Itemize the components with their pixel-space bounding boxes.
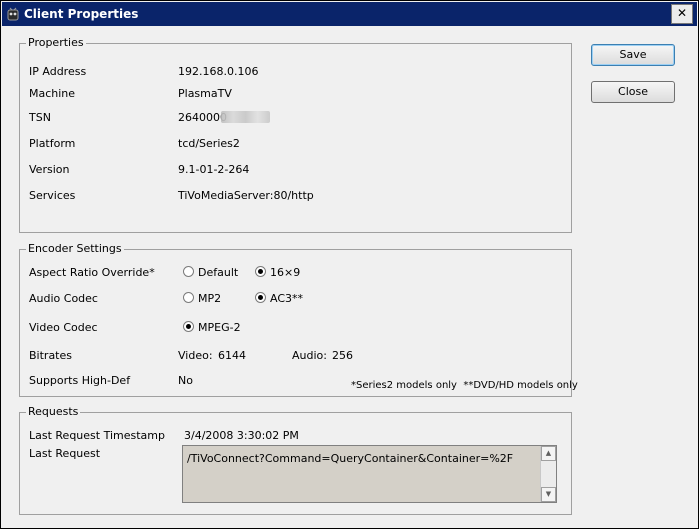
ip-address-label: IP Address bbox=[29, 65, 87, 78]
audio-ac3-radio[interactable] bbox=[255, 292, 266, 303]
last-request-label: Last Request bbox=[29, 447, 101, 460]
client-properties-dialog: Client Properties ✕ Save Close Propertie… bbox=[0, 0, 699, 529]
audio-codec-label: Audio Codec bbox=[29, 292, 98, 305]
bitrates-label: Bitrates bbox=[29, 349, 72, 362]
save-button[interactable]: Save bbox=[591, 44, 675, 66]
services-label: Services bbox=[29, 189, 76, 202]
audio-mp2-radio[interactable] bbox=[183, 292, 194, 303]
last-request-textarea[interactable]: /TiVoConnect?Command=QueryContainer&Cont… bbox=[182, 445, 557, 503]
aspect-16x9-label[interactable]: 16×9 bbox=[270, 266, 300, 279]
radio-selected-dot bbox=[258, 295, 263, 300]
tsn-redaction bbox=[221, 111, 270, 123]
tsn-label: TSN bbox=[29, 111, 51, 124]
title-bar: Client Properties ✕ bbox=[2, 2, 697, 26]
window-title: Client Properties bbox=[24, 7, 139, 21]
encoder-settings-legend: Encoder Settings bbox=[26, 242, 124, 255]
machine-value: PlasmaTV bbox=[178, 87, 232, 100]
video-bitrate-value: 6144 bbox=[218, 349, 246, 362]
properties-legend: Properties bbox=[26, 36, 86, 49]
aspect-default-label[interactable]: Default bbox=[198, 266, 238, 279]
audio-bitrate-label: Audio: bbox=[292, 349, 327, 362]
platform-value: tcd/Series2 bbox=[178, 137, 240, 150]
platform-label: Platform bbox=[29, 137, 76, 150]
video-bitrate-label: Video: bbox=[178, 349, 213, 362]
version-label: Version bbox=[29, 163, 70, 176]
tsn-value: 2640000 bbox=[178, 111, 227, 124]
last-request-timestamp-label: Last Request Timestamp bbox=[29, 429, 165, 442]
radio-selected-dot bbox=[258, 269, 263, 274]
video-codec-label: Video Codec bbox=[29, 321, 98, 334]
vertical-scrollbar[interactable]: ▲ ▼ bbox=[540, 446, 556, 502]
close-button[interactable]: Close bbox=[591, 81, 675, 103]
video-mpeg2-label[interactable]: MPEG-2 bbox=[198, 321, 241, 334]
machine-label: Machine bbox=[29, 87, 76, 100]
aspect-ratio-label: Aspect Ratio Override* bbox=[29, 266, 155, 279]
audio-ac3-label[interactable]: AC3** bbox=[270, 292, 303, 305]
scroll-up-icon[interactable]: ▲ bbox=[541, 446, 556, 461]
video-mpeg2-radio[interactable] bbox=[183, 321, 194, 332]
supports-hd-label: Supports High-Def bbox=[29, 374, 131, 387]
last-request-value: /TiVoConnect?Command=QueryContainer&Cont… bbox=[187, 452, 514, 465]
properties-group: Properties bbox=[19, 36, 572, 233]
ip-address-value: 192.168.0.106 bbox=[178, 65, 259, 78]
close-icon[interactable]: ✕ bbox=[671, 4, 693, 24]
version-value: 9.1-01-2-264 bbox=[178, 163, 250, 176]
audio-mp2-label[interactable]: MP2 bbox=[198, 292, 221, 305]
audio-bitrate-value: 256 bbox=[332, 349, 353, 362]
aspect-default-radio[interactable] bbox=[183, 266, 194, 277]
aspect-16x9-radio[interactable] bbox=[255, 266, 266, 277]
last-request-timestamp-value: 3/4/2008 3:30:02 PM bbox=[184, 429, 299, 442]
encoder-footnote: *Series2 models only **DVD/HD models onl… bbox=[351, 380, 578, 391]
requests-legend: Requests bbox=[26, 405, 81, 418]
supports-hd-value: No bbox=[178, 374, 193, 387]
scroll-down-icon[interactable]: ▼ bbox=[541, 487, 556, 502]
services-value: TiVoMediaServer:80/http bbox=[178, 189, 314, 202]
radio-selected-dot bbox=[186, 324, 191, 329]
tivo-guy-icon bbox=[7, 7, 19, 21]
